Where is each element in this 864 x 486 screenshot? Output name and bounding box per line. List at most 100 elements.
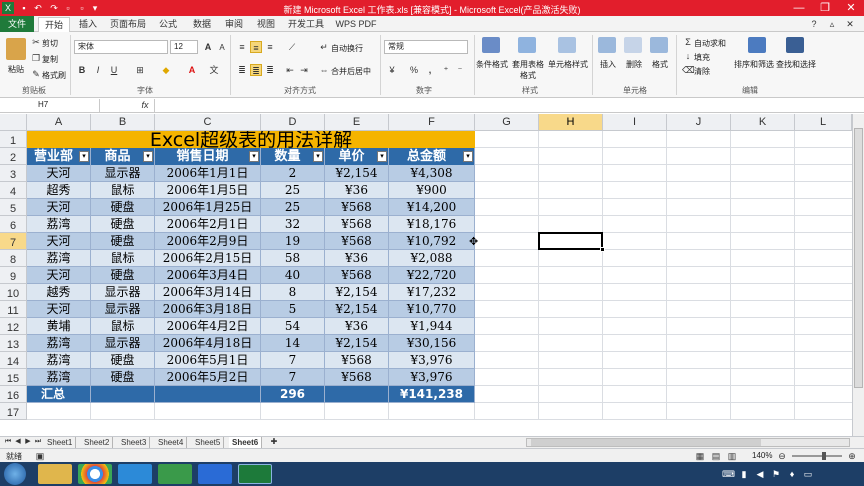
filter-dropdown-icon[interactable]: ▾ xyxy=(463,151,473,162)
table-cell[interactable]: 硬盘 xyxy=(91,267,155,284)
wrap-text-button[interactable]: 自动换行 xyxy=(331,43,363,54)
help-icon[interactable]: ? xyxy=(808,18,820,30)
table-cell[interactable]: ¥568 xyxy=(325,369,389,386)
sheet-tab-sheet6[interactable]: Sheet6 xyxy=(229,437,263,448)
column-header-g[interactable]: G xyxy=(475,114,539,131)
sheet-tab-sheet2[interactable]: Sheet2 xyxy=(81,437,114,448)
number-format-select[interactable]: 常规 xyxy=(384,40,468,54)
column-header-l[interactable]: L xyxy=(795,114,852,131)
format-cells-button[interactable]: 格式 xyxy=(652,59,668,70)
table-cell[interactable]: 黄埔 xyxy=(27,318,91,335)
table-cell[interactable]: 14 xyxy=(261,335,325,352)
shrink-font-icon[interactable]: A xyxy=(216,42,228,54)
paste-icon[interactable] xyxy=(6,38,26,60)
tray-keyboard-icon[interactable]: ⌨ xyxy=(722,468,735,480)
table-cell[interactable]: 2 xyxy=(261,165,325,182)
excel-active-taskbar-icon[interactable] xyxy=(238,464,272,484)
copy-button[interactable]: 复制 xyxy=(42,54,58,65)
table-header-6[interactable]: 总金额 ▾ xyxy=(389,148,475,165)
row-header-5[interactable]: 5 xyxy=(0,199,27,216)
row-header-12[interactable]: 12 xyxy=(0,318,27,335)
minimize-button[interactable]: — xyxy=(786,0,812,16)
horizontal-scrollbar[interactable] xyxy=(526,438,850,447)
phonetic-icon[interactable]: 文 xyxy=(208,64,220,76)
table-cell[interactable]: 天河 xyxy=(27,165,91,182)
row-header-3[interactable]: 3 xyxy=(0,165,27,182)
find-select-icon[interactable] xyxy=(786,37,804,53)
table-cell[interactable]: 25 xyxy=(261,199,325,216)
font-color-icon[interactable]: A xyxy=(186,64,198,76)
zoom-slider-thumb[interactable] xyxy=(822,452,826,460)
table-header-2[interactable]: 商品 ▾ xyxy=(91,148,155,165)
row-header-17[interactable]: 17 xyxy=(0,403,27,420)
zoom-in-icon[interactable]: ⊕ xyxy=(846,450,858,462)
table-cell[interactable]: ¥2,154 xyxy=(325,301,389,318)
ribbon-close-icon[interactable]: ✕ xyxy=(844,18,856,30)
row-header-15[interactable]: 15 xyxy=(0,369,27,386)
format-as-table-icon[interactable] xyxy=(518,37,536,53)
name-box[interactable]: H7 xyxy=(2,99,100,112)
italic-button[interactable]: I xyxy=(92,64,104,76)
table-cell[interactable]: 32 xyxy=(261,216,325,233)
table-cell[interactable]: ¥568 xyxy=(325,267,389,284)
font-size-select[interactable]: 12 xyxy=(170,40,198,54)
table-cell[interactable]: ¥14,200 xyxy=(389,199,475,216)
table-cell[interactable]: 显示器 xyxy=(91,284,155,301)
table-cell[interactable]: 40 xyxy=(261,267,325,284)
tab-wps-pdf[interactable]: WPS PDF xyxy=(334,17,378,31)
align-middle-icon[interactable]: ≡ xyxy=(250,41,262,53)
table-cell[interactable]: 19 xyxy=(261,233,325,250)
merge-center-button[interactable]: 合并后居中 xyxy=(331,66,371,77)
table-cell[interactable]: 硬盘 xyxy=(91,233,155,250)
format-as-table-button[interactable]: 套用表格格式 xyxy=(510,59,546,81)
total-cell[interactable] xyxy=(91,386,155,403)
table-cell[interactable]: ¥568 xyxy=(325,216,389,233)
table-cell[interactable]: 显示器 xyxy=(91,301,155,318)
table-cell[interactable]: 2006年2月15日 xyxy=(155,250,261,267)
bold-button[interactable]: B xyxy=(76,64,88,76)
column-header-k[interactable]: K xyxy=(731,114,795,131)
increase-decimal-icon[interactable]: ⁺ xyxy=(440,64,452,76)
column-header-d[interactable]: D xyxy=(261,114,325,131)
table-cell[interactable]: ¥17,232 xyxy=(389,284,475,301)
decrease-indent-icon[interactable]: ⇤ xyxy=(284,64,296,76)
column-header-e[interactable]: E xyxy=(325,114,389,131)
filter-dropdown-icon[interactable]: ▾ xyxy=(79,151,89,162)
table-cell[interactable]: ¥2,154 xyxy=(325,284,389,301)
excel-taskbar-icon[interactable] xyxy=(158,464,192,484)
filter-dropdown-icon[interactable]: ▾ xyxy=(377,151,387,162)
spreadsheet-grid[interactable]: A B C D E F G H I J K L 1 2 3 4 5 6 7 8 9 10 11 12 13 14 15 16 17 Exc… xyxy=(0,114,852,436)
table-cell[interactable]: 超秀 xyxy=(27,182,91,199)
total-cell[interactable] xyxy=(155,386,261,403)
table-cell[interactable]: 58 xyxy=(261,250,325,267)
table-cell[interactable]: ¥2,154 xyxy=(325,335,389,352)
row-header-14[interactable]: 14 xyxy=(0,352,27,369)
table-cell[interactable]: 天河 xyxy=(27,267,91,284)
tab-insert[interactable]: 插入 xyxy=(74,17,102,31)
tab-developer[interactable]: 开发工具 xyxy=(286,17,326,31)
table-cell[interactable]: ¥900 xyxy=(389,182,475,199)
table-header-4[interactable]: 数量 ▾ xyxy=(261,148,325,165)
horizontal-scroll-thumb[interactable] xyxy=(531,439,761,446)
wrap-text-icon[interactable]: ↵ xyxy=(318,41,330,53)
table-cell[interactable]: 54 xyxy=(261,318,325,335)
zoom-slider[interactable] xyxy=(792,452,842,460)
copy-icon[interactable]: ❐ xyxy=(30,52,42,64)
table-cell[interactable]: ¥1,944 xyxy=(389,318,475,335)
border-icon[interactable]: ⊞ xyxy=(134,64,146,76)
table-cell[interactable]: ¥568 xyxy=(325,352,389,369)
sort-filter-button[interactable]: 排序和筛选 xyxy=(734,59,774,70)
column-header-f[interactable]: F xyxy=(389,114,475,131)
wps-writer-icon[interactable] xyxy=(198,464,232,484)
table-cell[interactable]: 天河 xyxy=(27,199,91,216)
table-cell[interactable]: 荔湾 xyxy=(27,250,91,267)
tray-flag-icon[interactable]: ⚑ xyxy=(770,468,782,480)
table-cell[interactable]: 2006年2月1日 xyxy=(155,216,261,233)
format-cells-icon[interactable] xyxy=(650,37,668,53)
format-painter-icon[interactable]: ✎ xyxy=(30,68,42,80)
delete-cells-icon[interactable] xyxy=(624,37,642,53)
select-all-corner[interactable] xyxy=(0,114,27,131)
file-explorer-icon[interactable] xyxy=(38,464,72,484)
sheet-tab-sheet1[interactable]: Sheet1 xyxy=(44,437,77,448)
merge-center-icon[interactable]: ⇔ xyxy=(318,64,330,76)
